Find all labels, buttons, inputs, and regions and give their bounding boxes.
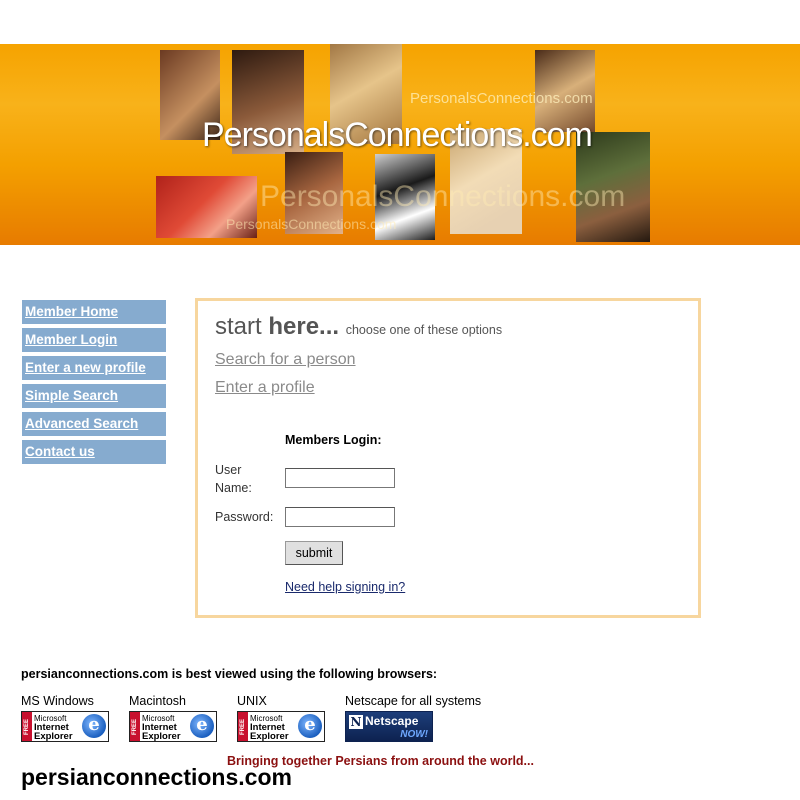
members-login-title: Members Login: [285,433,382,447]
netscape-name: Netscape [365,714,419,728]
nav-member-home[interactable]: Member Home [22,300,166,324]
os-label: UNIX [237,694,267,708]
ie-logo-icon: e [190,714,214,738]
banner-logo-ghost: PersonalsConnections.com [226,216,397,232]
browser-macintosh: Macintosh FREE Microsoft Internet Explor… [129,694,217,742]
ie-badge-text: Microsoft Internet Explorer [142,714,194,741]
netscape-now: NOW! [400,729,428,740]
browsers-note: persianconnections.com is best viewed us… [21,667,438,681]
nav-member-login[interactable]: Member Login [22,328,166,352]
help-signin-link[interactable]: Need help signing in? [285,580,405,594]
browser-netscape: Netscape for all systems N Netscape NOW! [345,694,481,742]
sidebar-nav: Member Home Member Login Enter a new pro… [22,300,166,468]
free-tag: FREE [22,712,32,741]
start-subtitle: choose one of these options [345,323,503,337]
free-tag: FREE [238,712,248,741]
netscape-download-badge[interactable]: N Netscape NOW! [345,711,433,742]
os-label: MS Windows [21,694,94,708]
os-label: Netscape for all systems [345,694,482,708]
ie-download-badge[interactable]: FREE Microsoft Internet Explorer e [129,711,217,742]
footer-domain: persianconnections.com [21,764,292,790]
banner-logo-ghost: PersonalsConnections.com [410,90,593,107]
ie-download-badge[interactable]: FREE Microsoft Internet Explorer e [237,711,325,742]
ie-logo-icon: e [82,714,106,738]
site-logo: PersonalsConnections.com [202,116,593,154]
start-heading: start here... choose one of these option… [215,313,502,341]
os-label: Macintosh [129,694,186,708]
nav-enter-new-profile[interactable]: Enter a new profile [22,356,166,380]
free-tag: FREE [130,712,140,741]
password-label: Password: [215,510,274,524]
password-input[interactable] [285,507,395,527]
browser-unix: UNIX FREE Microsoft Internet Explorer e [237,694,325,742]
browser-windows: MS Windows FREE Microsoft Internet Explo… [21,694,109,742]
netscape-logo-icon: N [349,715,363,729]
start-prefix: start [215,313,269,340]
nav-advanced-search[interactable]: Advanced Search [22,412,166,436]
ie-logo-icon: e [298,714,322,738]
ie-line3: Explorer [142,731,181,742]
ie-badge-text: Microsoft Internet Explorer [34,714,86,741]
start-bold: here... [268,313,340,340]
start-panel: start here... choose one of these option… [195,298,701,618]
submit-button[interactable]: submit [285,541,343,565]
ie-badge-text: Microsoft Internet Explorer [250,714,302,741]
banner-logo-ghost: PersonalsConnections.com [260,180,626,213]
ie-download-badge[interactable]: FREE Microsoft Internet Explorer e [21,711,109,742]
nav-contact-us[interactable]: Contact us [22,440,166,464]
username-input[interactable] [285,468,395,488]
username-label: User Name: [215,463,252,495]
ie-line3: Explorer [34,731,73,742]
nav-simple-search[interactable]: Simple Search [22,384,166,408]
header-banner: PersonalsConnections.com PersonalsConnec… [0,44,800,245]
ie-line3: Explorer [250,731,289,742]
search-person-link[interactable]: Search for a person [215,351,356,369]
enter-profile-link[interactable]: Enter a profile [215,379,315,397]
